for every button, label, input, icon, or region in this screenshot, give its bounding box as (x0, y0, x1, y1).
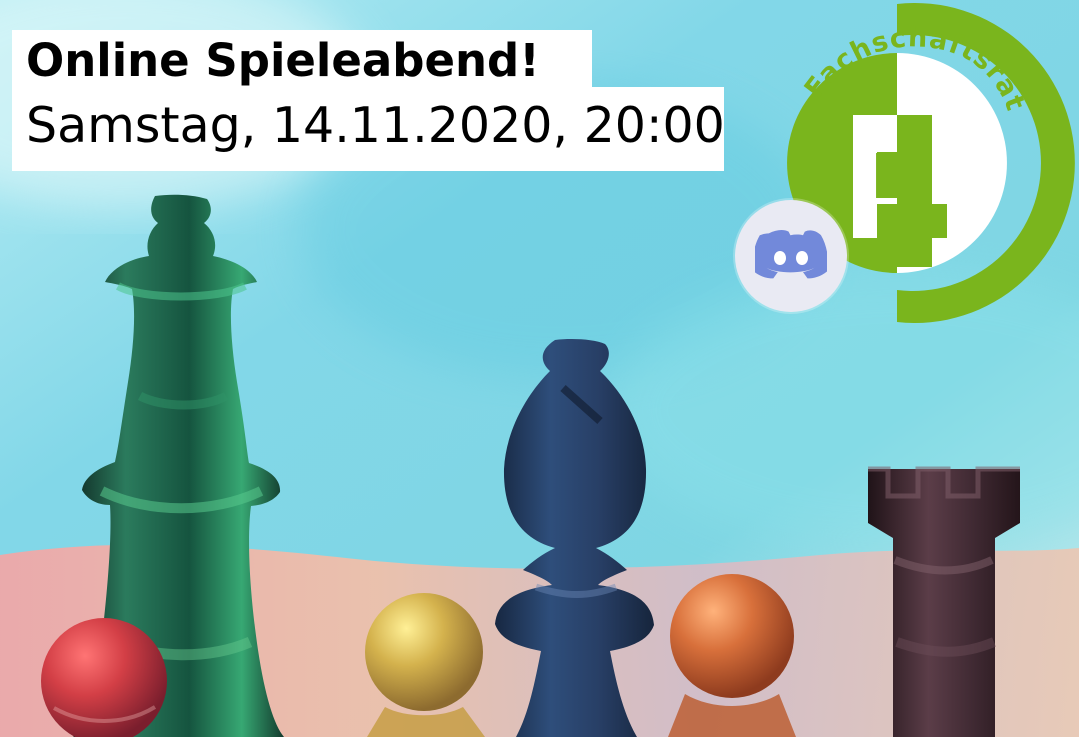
yellow-pawn (365, 593, 485, 737)
discord-badge (735, 200, 847, 312)
poster-stage: Online Spieleabend! Samstag, 14.11.2020,… (0, 0, 1079, 737)
title-box: Online Spieleabend! (12, 30, 592, 92)
date-box: Samstag, 14.11.2020, 20:00 (12, 87, 725, 171)
event-title: Online Spieleabend! (26, 34, 540, 87)
discord-icon (755, 230, 827, 279)
logo-number-text: 4 (860, 144, 927, 256)
orange-pawn (668, 574, 796, 737)
event-date-time: Samstag, 14.11.2020, 20:00 (26, 97, 725, 154)
